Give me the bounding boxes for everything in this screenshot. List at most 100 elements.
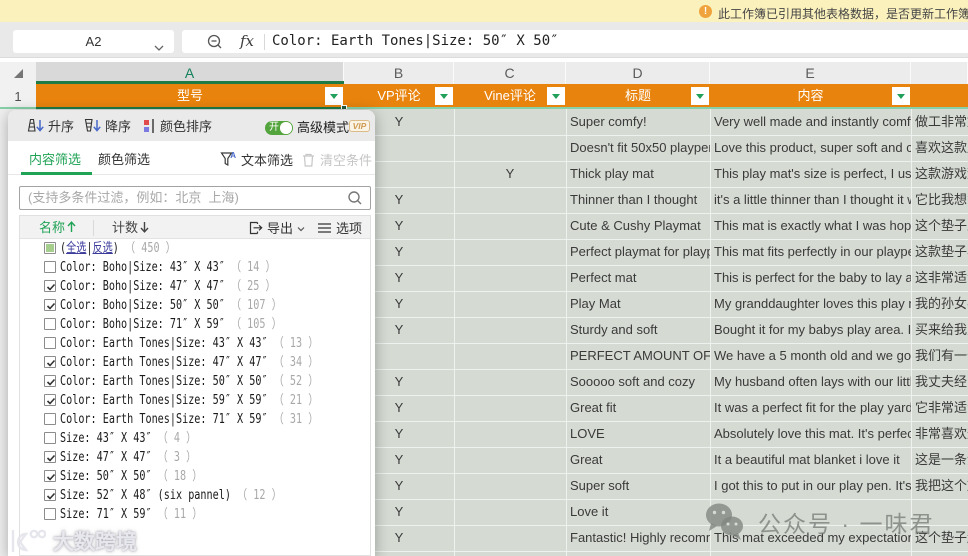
cell-E8[interactable]: This is perfect for the baby to lay an bbox=[710, 265, 911, 291]
sort-by-name[interactable]: 名称 bbox=[39, 216, 76, 239]
checkbox-checked[interactable] bbox=[44, 299, 56, 311]
cell-E2[interactable]: Very well made and instantly comfy bbox=[710, 109, 911, 135]
cell-D5[interactable]: Thinner than I thought bbox=[566, 187, 710, 213]
cell-E6[interactable]: This mat is exactly what I was hoping bbox=[710, 213, 911, 239]
cell-F16[interactable]: 我把这个放 bbox=[911, 473, 968, 499]
cell-E7[interactable]: This mat fits perfectly in our playpen bbox=[710, 239, 911, 265]
cell-F5[interactable]: 它比我想象 bbox=[911, 187, 968, 213]
cell-F10[interactable]: 买来给我宝 bbox=[911, 317, 968, 343]
cell-F4[interactable]: 这款游戏垫 bbox=[911, 161, 968, 187]
column-header-F[interactable] bbox=[911, 62, 968, 84]
filter-dropdown-D[interactable] bbox=[691, 87, 709, 105]
cell-F8[interactable]: 这非常适合 bbox=[911, 265, 968, 291]
cell-E14[interactable]: Absolutely love this mat. It's perfect bbox=[710, 421, 911, 447]
filter-dropdown-C[interactable] bbox=[547, 87, 565, 105]
fx-icon[interactable]: fx bbox=[240, 32, 254, 50]
zoom-out-icon[interactable] bbox=[206, 33, 224, 56]
cell-E4[interactable]: This play mat's size is perfect, I use bbox=[710, 161, 911, 187]
cell-D9[interactable]: Play Mat bbox=[566, 291, 710, 317]
cell-E16[interactable]: I got this to put in our play pen. It's bbox=[710, 473, 911, 499]
sort-descending-button[interactable]: 降序 bbox=[83, 110, 131, 141]
cell-E9[interactable]: My granddaughter loves this play m bbox=[710, 291, 911, 317]
select-all-link[interactable]: 全选 bbox=[66, 241, 86, 256]
column-header-B[interactable]: B bbox=[344, 62, 454, 84]
item-label[interactable]: Color: Earth Tones|Size: 50″ X 50″ （ 52 … bbox=[60, 372, 318, 391]
item-label[interactable]: (全选|反选) （ 450 ） bbox=[60, 239, 176, 258]
checkbox-checked[interactable] bbox=[44, 451, 56, 463]
item-label[interactable]: Size: 71″ X 59″ （ 11 ） bbox=[60, 505, 202, 524]
cell-D2[interactable]: Super comfy! bbox=[566, 109, 710, 135]
name-box[interactable]: A2 bbox=[13, 30, 174, 53]
item-label[interactable]: Size: 47″ X 47″ （ 3 ） bbox=[60, 448, 196, 467]
checkbox-checked[interactable] bbox=[44, 470, 56, 482]
export-button[interactable]: 导出 bbox=[248, 216, 305, 239]
advanced-mode-toggle[interactable]: 开 bbox=[265, 121, 293, 135]
column-header-C[interactable]: C bbox=[454, 62, 566, 84]
checkbox-checked[interactable] bbox=[44, 280, 56, 292]
cell-F7[interactable]: 这款垫子非 bbox=[911, 239, 968, 265]
item-label[interactable]: Color: Earth Tones|Size: 43″ X 43″ （ 13 … bbox=[60, 334, 318, 353]
checkbox-unchecked[interactable] bbox=[44, 337, 56, 349]
filter-dropdown-E[interactable] bbox=[892, 87, 910, 105]
text-filter-button[interactable]: A 文本筛选 bbox=[220, 145, 293, 174]
cell-D10[interactable]: Sturdy and soft bbox=[566, 317, 710, 343]
checkbox-partial[interactable] bbox=[44, 242, 56, 254]
cell-F12[interactable]: 我丈夫经常 bbox=[911, 369, 968, 395]
row-header-1[interactable]: 1 bbox=[0, 84, 36, 109]
cell-F13[interactable]: 它非常适合 bbox=[911, 395, 968, 421]
cell-E15[interactable]: It a beautiful mat blanket i love it bbox=[710, 447, 911, 473]
search-input[interactable]: (支持多条件过滤，例如：北京 上海) bbox=[19, 186, 371, 210]
cell-D8[interactable]: Perfect mat bbox=[566, 265, 710, 291]
cell-D17[interactable]: Love it bbox=[566, 499, 710, 525]
cell-D15[interactable]: Great bbox=[566, 447, 710, 473]
item-label[interactable]: Color: Boho|Size: 47″ X 47″ （ 25 ） bbox=[60, 277, 276, 296]
cell-E11[interactable]: We have a 5 month old and we go bbox=[710, 343, 911, 369]
checkbox-checked[interactable] bbox=[44, 489, 56, 501]
item-label[interactable]: Size: 50″ X 50″ （ 18 ） bbox=[60, 467, 202, 486]
checkbox-unchecked[interactable] bbox=[44, 318, 56, 330]
item-label[interactable]: Color: Earth Tones|Size: 59″ X 59″ （ 21 … bbox=[60, 391, 318, 410]
checkbox-unchecked[interactable] bbox=[44, 261, 56, 273]
cell-D13[interactable]: Great fit bbox=[566, 395, 710, 421]
checkbox-unchecked[interactable] bbox=[44, 432, 56, 444]
tab-color-filter[interactable]: 颜色筛选 bbox=[98, 145, 150, 174]
cell-C4[interactable]: Y bbox=[454, 161, 566, 187]
cell-D14[interactable]: LOVE bbox=[566, 421, 710, 447]
cell-D3[interactable]: Doesn't fit 50x50 playpen bbox=[566, 135, 710, 161]
clear-conditions-button[interactable]: 清空条件 bbox=[301, 145, 372, 174]
sort-ascending-button[interactable]: 升序 bbox=[26, 110, 74, 141]
sort-by-count[interactable]: 计数 bbox=[112, 216, 149, 239]
item-label[interactable]: Color: Earth Tones|Size: 71″ X 59″ （ 31 … bbox=[60, 410, 318, 429]
cell-E13[interactable]: It was a perfect fit for the play yard bbox=[710, 395, 911, 421]
item-label[interactable]: Color: Boho|Size: 50″ X 50″ （ 107 ） bbox=[60, 296, 282, 315]
filter-dropdown-A[interactable] bbox=[325, 87, 343, 105]
cell-D16[interactable]: Super soft bbox=[566, 473, 710, 499]
cell-F15[interactable]: 这是一条漂 bbox=[911, 447, 968, 473]
cell-D4[interactable]: Thick play mat bbox=[566, 161, 710, 187]
item-label[interactable]: Size: 43″ X 43″ （ 4 ） bbox=[60, 429, 196, 448]
color-sort-button[interactable]: 颜色排序 bbox=[144, 110, 212, 141]
checkbox-checked[interactable] bbox=[44, 375, 56, 387]
checkbox-checked[interactable] bbox=[44, 394, 56, 406]
select-all-corner[interactable] bbox=[0, 62, 36, 84]
tab-content-filter[interactable]: 内容筛选 bbox=[29, 145, 81, 174]
cell-D7[interactable]: Perfect playmat for playpen bbox=[566, 239, 710, 265]
cell-D18[interactable]: Fantastic! Highly recomm bbox=[566, 525, 710, 551]
checkbox-unchecked[interactable] bbox=[44, 413, 56, 425]
cell-F14[interactable]: 非常喜欢这 bbox=[911, 421, 968, 447]
chevron-down-icon[interactable] bbox=[154, 39, 164, 57]
cell-D11[interactable]: PERFECT AMOUNT OF PA bbox=[566, 343, 710, 369]
item-label[interactable]: Color: Earth Tones|Size: 47″ X 47″ （ 34 … bbox=[60, 353, 318, 372]
cell-E12[interactable]: My husband often lays with our littl bbox=[710, 369, 911, 395]
options-button[interactable]: 选项 bbox=[317, 216, 362, 239]
item-label[interactable]: Color: Boho|Size: 71″ X 59″ （ 105 ） bbox=[60, 315, 282, 334]
formula-input[interactable]: fx Color: Earth Tones|Size: 50″ X 50″ bbox=[182, 30, 968, 53]
invert-selection-link[interactable]: 反选 bbox=[93, 241, 113, 256]
cell-E3[interactable]: Love this product, super soft and co bbox=[710, 135, 911, 161]
checkbox-unchecked[interactable] bbox=[44, 508, 56, 520]
cell-F3[interactable]: 喜欢这款产 bbox=[911, 135, 968, 161]
cell-F6[interactable]: 这个垫子正 bbox=[911, 213, 968, 239]
filter-dropdown-B[interactable] bbox=[435, 87, 453, 105]
column-header-D[interactable]: D bbox=[566, 62, 710, 84]
cell-D12[interactable]: Sooooo soft and cozy bbox=[566, 369, 710, 395]
